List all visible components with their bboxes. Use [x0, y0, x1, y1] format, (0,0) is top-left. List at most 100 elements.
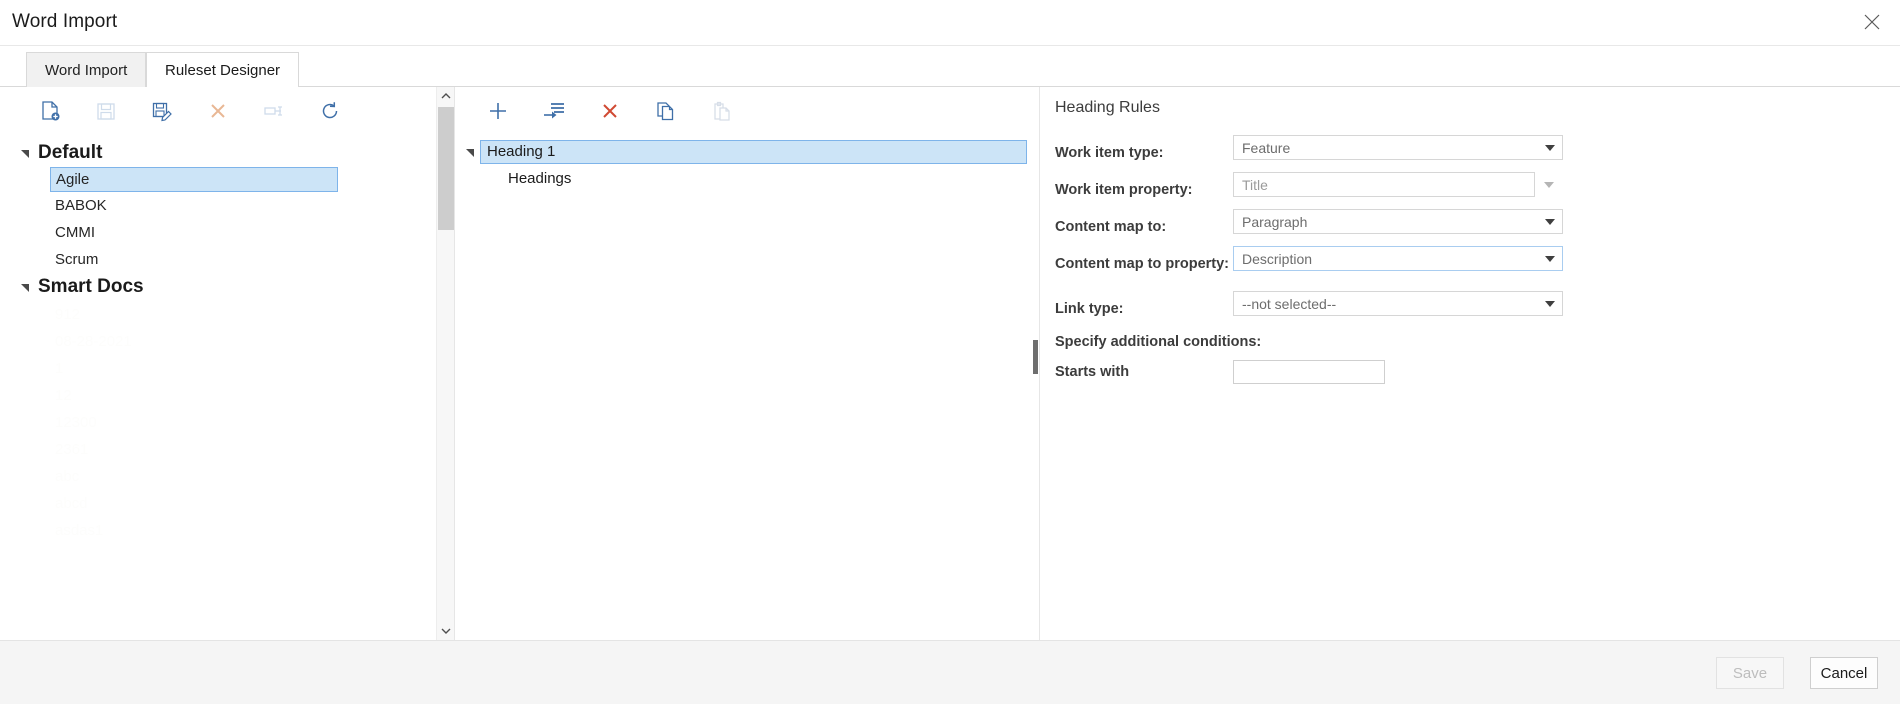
tab-label: Ruleset Designer — [165, 61, 281, 79]
rule-label: Headings — [508, 169, 572, 187]
rule-details-form: Work item type: Feature Work item proper… — [1055, 135, 1880, 384]
scrollbar-thumb[interactable] — [438, 107, 454, 230]
delete-ruleset-button[interactable] — [190, 91, 246, 131]
rule-row-heading-1[interactable]: Heading 1 — [456, 139, 1039, 165]
ruleset-item-abc[interactable]: abc — [0, 463, 440, 490]
paste-rule-button — [694, 91, 750, 131]
delete-ruleset-icon — [207, 100, 229, 122]
copy-rule-icon — [655, 100, 677, 122]
ruleset-item-scrum[interactable]: Scrum — [0, 246, 440, 273]
rules-tree-panel: Heading 1 Headings — [456, 87, 1040, 640]
ruleset-item-08-28-2021[interactable]: 08-28-2021 — [0, 328, 440, 355]
condition-label: Starts with — [1055, 364, 1130, 380]
ruleset-item-label: 12300 — [55, 414, 97, 431]
ruleset-item-agile[interactable]: Agile — [50, 167, 338, 192]
ruleset-item-label: Scrum — [55, 251, 99, 268]
work-item-property-dropdown-button[interactable] — [1535, 172, 1563, 197]
tab-word-import[interactable]: Word Import — [26, 52, 147, 87]
dialog-body: Default Agile BABOK CMMI Scrum Smart Doc… — [0, 87, 1900, 640]
expand-collapse-icon[interactable] — [16, 278, 34, 296]
chevron-down-icon — [1544, 181, 1554, 188]
ruleset-tree: Default Agile BABOK CMMI Scrum Smart Doc… — [0, 139, 440, 640]
refresh-button[interactable] — [302, 91, 358, 131]
rules-tree: Heading 1 Headings — [456, 139, 1039, 640]
title-bar: Word Import — [0, 0, 1900, 46]
ruleset-item-label: 2361 — [55, 441, 89, 458]
ruleset-item-label: abc — [55, 468, 80, 485]
dialog-footer: Save Cancel — [0, 640, 1900, 704]
save-ruleset-button — [78, 91, 134, 131]
ruleset-item-abcd[interactable]: abcd — [0, 490, 440, 517]
ruleset-item-label: BABOK — [55, 197, 107, 214]
ruleset-item-label: CMMI — [55, 224, 95, 241]
save-button[interactable]: Save — [1716, 657, 1784, 689]
close-button[interactable] — [1844, 0, 1900, 44]
scroll-up-button[interactable] — [437, 87, 455, 105]
new-ruleset-button[interactable] — [22, 91, 78, 131]
ruleset-group-smart-docs[interactable]: Smart Docs — [0, 273, 440, 301]
save-ruleset-as-button[interactable] — [134, 91, 190, 131]
select-value: --not selected-- — [1242, 295, 1337, 312]
link-type-select[interactable]: --not selected-- — [1233, 291, 1563, 316]
ruleset-item-label: 912 — [55, 306, 81, 323]
content-map-to-property-select[interactable]: Description — [1233, 246, 1563, 271]
rename-ruleset-button — [246, 91, 302, 131]
add-child-rule-button[interactable] — [526, 91, 582, 131]
chevron-down-icon — [1545, 300, 1555, 307]
cancel-button[interactable]: Cancel — [1810, 657, 1878, 689]
ruleset-item-cmmi[interactable]: CMMI — [0, 219, 440, 246]
save-button-label: Save — [1732, 664, 1768, 682]
ruleset-item-2361[interactable]: 2361 — [0, 436, 440, 463]
content-map-to-select[interactable]: Paragraph — [1233, 209, 1563, 234]
ruleset-item-912[interactable]: 912 — [0, 301, 440, 328]
copy-rule-button[interactable] — [638, 91, 694, 131]
starts-with-input[interactable] — [1233, 360, 1385, 384]
field-label: Link type: — [1055, 301, 1124, 317]
work-item-property-combo[interactable]: Title — [1233, 172, 1563, 197]
refresh-icon — [319, 100, 341, 122]
condition-starts-with: Starts with — [1055, 360, 1880, 384]
ruleset-group-default[interactable]: Default — [0, 139, 440, 167]
close-icon — [1863, 13, 1881, 31]
ruleset-group-label: Smart Docs — [38, 276, 144, 297]
ruleset-list-panel: Default Agile BABOK CMMI Scrum Smart Doc… — [0, 87, 468, 640]
tab-ruleset-designer[interactable]: Ruleset Designer — [146, 52, 300, 88]
chevron-down-icon — [1545, 255, 1555, 262]
add-rule-icon — [487, 100, 509, 122]
window-title: Word Import — [12, 11, 118, 32]
rules-toolbar — [456, 87, 1039, 135]
ruleset-item-label: Agile — [56, 171, 90, 188]
ruleset-item-1[interactable]: 1 — [0, 355, 440, 382]
rename-ruleset-icon — [263, 100, 285, 122]
field-work-item-property: Work item property: Title — [1055, 172, 1880, 199]
field-work-item-type: Work item type: Feature — [1055, 135, 1880, 162]
tab-label: Word Import — [45, 61, 128, 79]
ruleset-item-12[interactable]: 12 — [0, 382, 440, 409]
field-link-type: Link type: --not selected-- — [1055, 291, 1880, 318]
rule-details-title: Heading Rules — [1055, 99, 1160, 116]
work-item-type-select[interactable]: Feature — [1233, 135, 1563, 160]
add-rule-button[interactable] — [470, 91, 526, 131]
ruleset-item-12300[interactable]: 12300 — [0, 409, 440, 436]
right-splitter-handle[interactable] — [1033, 340, 1038, 374]
work-item-property-input[interactable]: Title — [1233, 172, 1535, 197]
ruleset-item-asdas1[interactable]: asdas1 — [0, 517, 440, 544]
expand-collapse-icon[interactable] — [460, 142, 480, 162]
select-value: Feature — [1242, 139, 1291, 156]
chevron-up-icon — [441, 87, 451, 105]
field-label: Work item type: — [1055, 145, 1164, 161]
ruleset-item-label: 12 — [55, 387, 72, 404]
ruleset-scrollbar[interactable] — [436, 87, 454, 640]
chevron-down-icon — [1545, 144, 1555, 151]
scroll-down-button[interactable] — [437, 622, 455, 640]
ruleset-group-label: Default — [38, 142, 103, 163]
save-ruleset-icon — [95, 100, 117, 122]
rule-row-headings[interactable]: Headings — [456, 165, 1039, 191]
delete-rule-button[interactable] — [582, 91, 638, 131]
ruleset-item-babok[interactable]: BABOK — [0, 192, 440, 219]
expand-collapse-icon[interactable] — [16, 144, 34, 162]
select-value: Title — [1242, 176, 1268, 193]
select-value: Description — [1242, 250, 1313, 267]
save-as-ruleset-icon — [151, 100, 173, 122]
ruleset-item-label: abcd — [55, 495, 88, 512]
